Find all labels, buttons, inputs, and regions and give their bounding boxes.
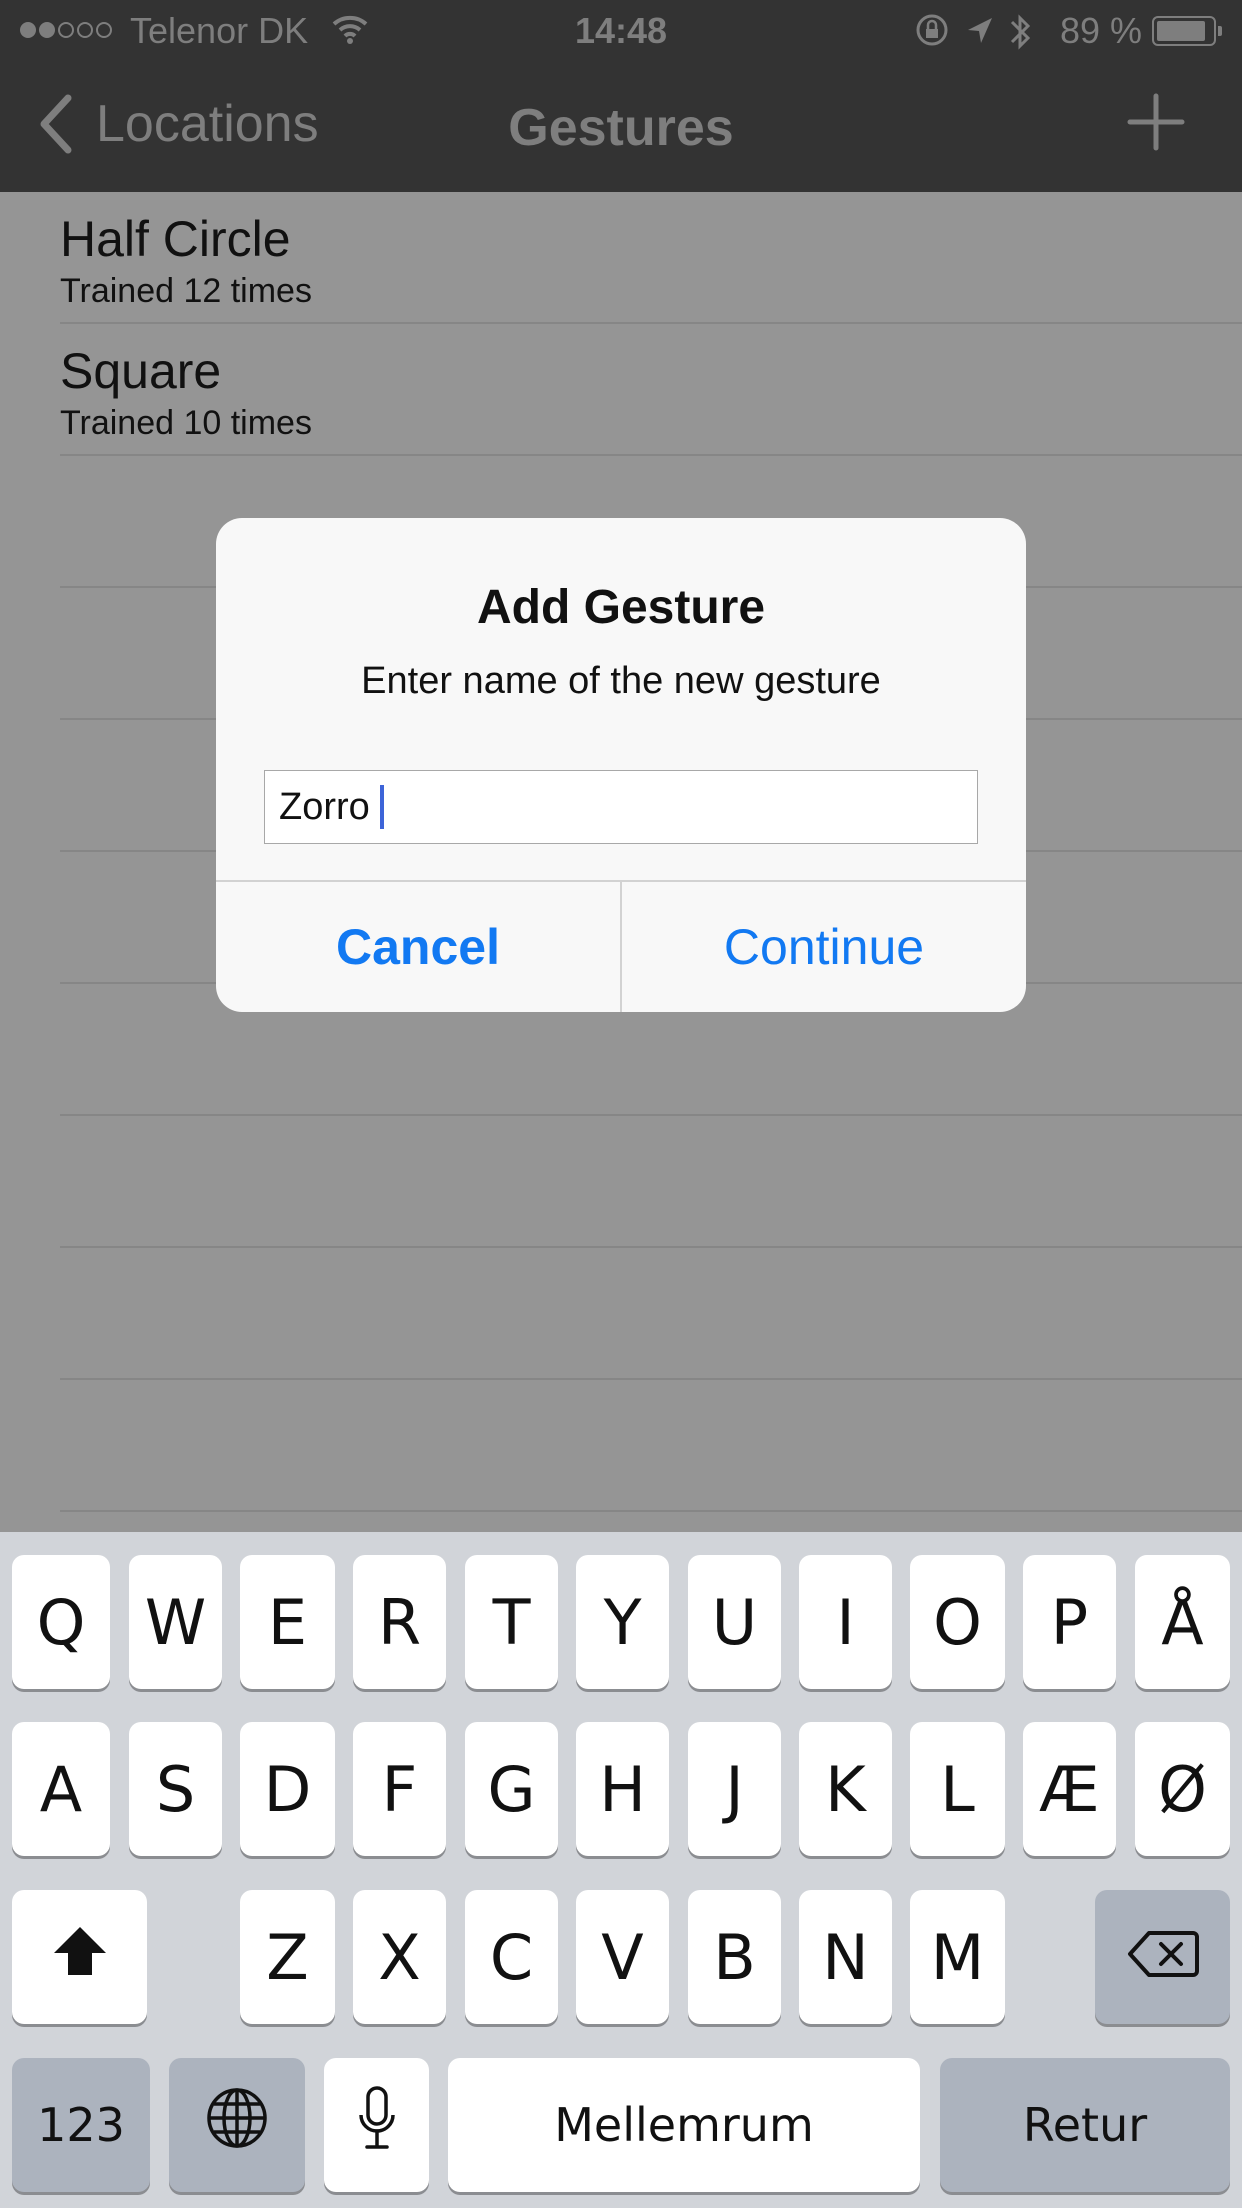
list-item[interactable]: Half Circle Trained 12 times bbox=[60, 192, 1242, 324]
space-key[interactable]: Mellemrum bbox=[448, 2058, 920, 2192]
globe-key[interactable] bbox=[169, 2058, 305, 2192]
plus-icon bbox=[1126, 93, 1186, 156]
keyboard: Q W E R T Y U I O P Å A S D F G H J K L … bbox=[0, 1532, 1242, 2208]
key-z[interactable]: Z bbox=[240, 1890, 335, 2024]
backspace-icon bbox=[1127, 1921, 1199, 1994]
key-h[interactable]: H bbox=[576, 1722, 669, 1856]
key-g[interactable]: G bbox=[465, 1722, 558, 1856]
key-m[interactable]: M bbox=[910, 1890, 1005, 2024]
list-item-subtitle: Trained 10 times bbox=[60, 404, 312, 442]
cancel-button[interactable]: Cancel bbox=[216, 882, 620, 1012]
battery-icon bbox=[1152, 16, 1222, 46]
key-ae[interactable]: Æ bbox=[1023, 1722, 1116, 1856]
list-item-title: Square bbox=[60, 343, 222, 399]
battery-percentage: 89 % bbox=[1060, 10, 1143, 51]
orientation-lock-icon bbox=[914, 12, 950, 61]
key-d[interactable]: D bbox=[240, 1722, 335, 1856]
empty-row bbox=[60, 1248, 1242, 1380]
microphone-icon bbox=[357, 2085, 397, 2166]
gesture-name-value: Zorro bbox=[279, 785, 370, 828]
empty-row bbox=[60, 1380, 1242, 1512]
page-title: Gestures bbox=[508, 99, 734, 157]
key-t[interactable]: T bbox=[465, 1555, 558, 1689]
key-y[interactable]: Y bbox=[576, 1555, 669, 1689]
key-v[interactable]: V bbox=[576, 1890, 669, 2024]
list-item[interactable]: Square Trained 10 times bbox=[60, 324, 1242, 456]
return-key[interactable]: Retur bbox=[940, 2058, 1230, 2192]
add-gesture-button[interactable] bbox=[1126, 92, 1186, 157]
delete-key[interactable] bbox=[1095, 1890, 1230, 2024]
bluetooth-icon bbox=[1008, 12, 1032, 61]
text-caret bbox=[379, 785, 384, 829]
key-u[interactable]: U bbox=[688, 1555, 781, 1689]
key-a[interactable]: A bbox=[12, 1722, 110, 1856]
dialog-message: Enter name of the new gesture bbox=[361, 660, 881, 702]
key-a-ring[interactable]: Å bbox=[1135, 1555, 1230, 1689]
key-e[interactable]: E bbox=[240, 1555, 335, 1689]
dictation-key[interactable] bbox=[324, 2058, 429, 2192]
shift-key[interactable] bbox=[12, 1890, 147, 2024]
key-s[interactable]: S bbox=[129, 1722, 222, 1856]
continue-button[interactable]: Continue bbox=[622, 882, 1026, 1012]
dialog-title: Add Gesture bbox=[476, 581, 766, 634]
key-p[interactable]: P bbox=[1023, 1555, 1116, 1689]
key-l[interactable]: L bbox=[910, 1722, 1005, 1856]
key-n[interactable]: N bbox=[799, 1890, 892, 2024]
key-r[interactable]: R bbox=[353, 1555, 446, 1689]
gesture-name-input[interactable]: Zorro bbox=[264, 770, 978, 844]
key-f[interactable]: F bbox=[353, 1722, 446, 1856]
empty-row bbox=[60, 1116, 1242, 1248]
key-w[interactable]: W bbox=[129, 1555, 222, 1689]
clock: 14:48 bbox=[574, 10, 668, 51]
key-x[interactable]: X bbox=[353, 1890, 446, 2024]
shift-icon bbox=[50, 1921, 110, 1994]
add-gesture-dialog: Add Gesture Enter name of the new gestur… bbox=[216, 518, 1026, 1012]
key-k[interactable]: K bbox=[799, 1722, 892, 1856]
location-arrow-icon bbox=[964, 12, 994, 61]
navigation-bar: Locations Gestures bbox=[0, 62, 1242, 192]
key-o-slash[interactable]: Ø bbox=[1135, 1722, 1230, 1856]
globe-icon bbox=[205, 2086, 269, 2165]
list-item-title: Half Circle bbox=[60, 211, 291, 267]
key-j[interactable]: J bbox=[688, 1722, 781, 1856]
key-q[interactable]: Q bbox=[12, 1555, 110, 1689]
status-bar: Telenor DK 14:48 89 % bbox=[0, 0, 1242, 62]
key-i[interactable]: I bbox=[799, 1555, 892, 1689]
key-o[interactable]: O bbox=[910, 1555, 1005, 1689]
list-item-subtitle: Trained 12 times bbox=[60, 272, 312, 310]
key-c[interactable]: C bbox=[465, 1890, 558, 2024]
numbers-key[interactable]: 123 bbox=[12, 2058, 150, 2192]
key-b[interactable]: B bbox=[688, 1890, 781, 2024]
